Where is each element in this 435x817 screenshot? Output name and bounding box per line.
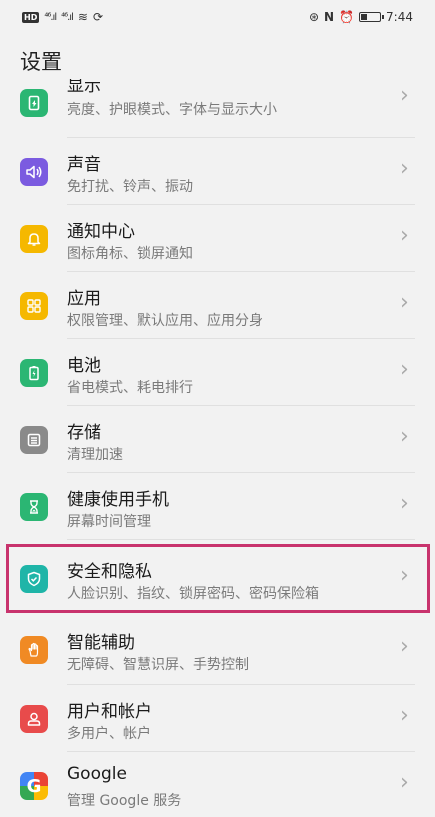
chevron-right-icon: › [400, 83, 409, 108]
settings-item-digital-balance[interactable]: 健康使用手机 屏幕时间管理 › [0, 473, 435, 540]
item-subtitle: 屏幕时间管理 [67, 514, 151, 530]
battery-icon [20, 359, 48, 387]
status-right: ⊛ N ⏰ 7:44 [309, 10, 413, 24]
google-icon: G [20, 772, 48, 800]
item-subtitle: 亮度、护眼模式、字体与显示大小 [67, 102, 277, 118]
status-bar: HD ⁴⁶.ıl ⁴⁶.ıl ≋ ⟳ ⊛ N ⏰ 7:44 [0, 0, 435, 34]
item-title: 应用 [67, 289, 101, 309]
item-title: 用户和帐户 [67, 702, 152, 722]
location-icon: ⊛ [308, 10, 320, 24]
item-subtitle: 免打扰、铃声、振动 [67, 179, 193, 195]
google-g-glyph: G [26, 775, 42, 797]
status-left: HD ⁴⁶.ıl ⁴⁶.ıl ≋ ⟳ [22, 10, 103, 24]
item-title: 通知中心 [67, 222, 135, 242]
sync-icon: ⟳ [92, 10, 103, 24]
chevron-right-icon: › [400, 156, 409, 181]
item-subtitle: 清理加速 [67, 447, 123, 463]
chevron-right-icon: › [400, 563, 409, 588]
alarm-icon: ⏰ [339, 10, 355, 24]
item-title: Google [67, 764, 127, 784]
chevron-right-icon: › [400, 491, 409, 516]
item-subtitle: 人脸识别、指纹、锁屏密码、密码保险箱 [67, 586, 319, 602]
storage-icon [20, 426, 48, 454]
apps-icon [20, 292, 48, 320]
user-icon [20, 705, 48, 733]
settings-item-notifications[interactable]: 通知中心 图标角标、锁屏通知 › [0, 205, 435, 272]
chevron-right-icon: › [400, 223, 409, 248]
item-subtitle: 管理 Google 服务 [67, 793, 182, 809]
clock: 7:44 [386, 10, 413, 24]
chevron-right-icon: › [400, 703, 409, 728]
settings-item-security[interactable]: 安全和隐私 人脸识别、指纹、锁屏密码、密码保险箱 › [0, 545, 435, 612]
signal-icon: ⁴⁶.ıl [44, 11, 57, 23]
item-title: 存储 [67, 423, 101, 443]
settings-item-apps[interactable]: 应用 权限管理、默认应用、应用分身 › [0, 272, 435, 339]
settings-item-sound[interactable]: 声音 免打扰、铃声、振动 › [0, 138, 435, 205]
divider [67, 539, 415, 540]
settings-item-display[interactable]: 显示 亮度、护眼模式、字体与显示大小 › [0, 79, 435, 138]
item-subtitle: 省电模式、耗电排行 [67, 380, 193, 396]
hourglass-icon [20, 493, 48, 521]
wifi-icon: ≋ [77, 10, 88, 24]
item-subtitle: 无障碍、智慧识屏、手势控制 [67, 657, 249, 673]
sound-icon [20, 158, 48, 186]
settings-item-accessibility[interactable]: 智能辅助 无障碍、智慧识屏、手势控制 › [0, 618, 435, 685]
chevron-right-icon: › [400, 357, 409, 382]
hd-icon: HD [22, 11, 40, 23]
settings-list[interactable]: 显示 亮度、护眼模式、字体与显示大小 › 声音 免打扰、铃声、振动 › 通知中心… [0, 79, 435, 817]
item-title: 电池 [67, 356, 101, 376]
item-title: 显示 [67, 79, 101, 96]
item-title: 声音 [67, 155, 101, 175]
item-subtitle: 图标角标、锁屏通知 [67, 246, 193, 262]
chevron-right-icon: › [400, 290, 409, 315]
settings-item-battery[interactable]: 电池 省电模式、耗电排行 › [0, 339, 435, 406]
hand-icon [20, 636, 48, 664]
settings-item-storage[interactable]: 存储 清理加速 › [0, 406, 435, 473]
chevron-right-icon: › [400, 424, 409, 449]
chevron-right-icon: › [400, 770, 409, 795]
settings-item-users[interactable]: 用户和帐户 多用户、帐户 › [0, 685, 435, 752]
battery-status-icon [359, 12, 385, 22]
item-subtitle: 多用户、帐户 [67, 726, 151, 742]
page-title: 设置 [20, 50, 62, 74]
settings-item-google[interactable]: G Google 管理 Google 服务 › [0, 752, 435, 817]
signal-icon-2: ⁴⁶.ıl [61, 11, 74, 23]
item-subtitle: 权限管理、默认应用、应用分身 [67, 313, 263, 329]
nfc-icon: N [324, 10, 335, 24]
item-title: 安全和隐私 [67, 562, 152, 582]
chevron-right-icon: › [400, 634, 409, 659]
bell-icon [20, 225, 48, 253]
display-icon [20, 89, 48, 117]
item-title: 健康使用手机 [67, 490, 169, 510]
shield-icon [20, 565, 48, 593]
item-title: 智能辅助 [67, 633, 135, 653]
